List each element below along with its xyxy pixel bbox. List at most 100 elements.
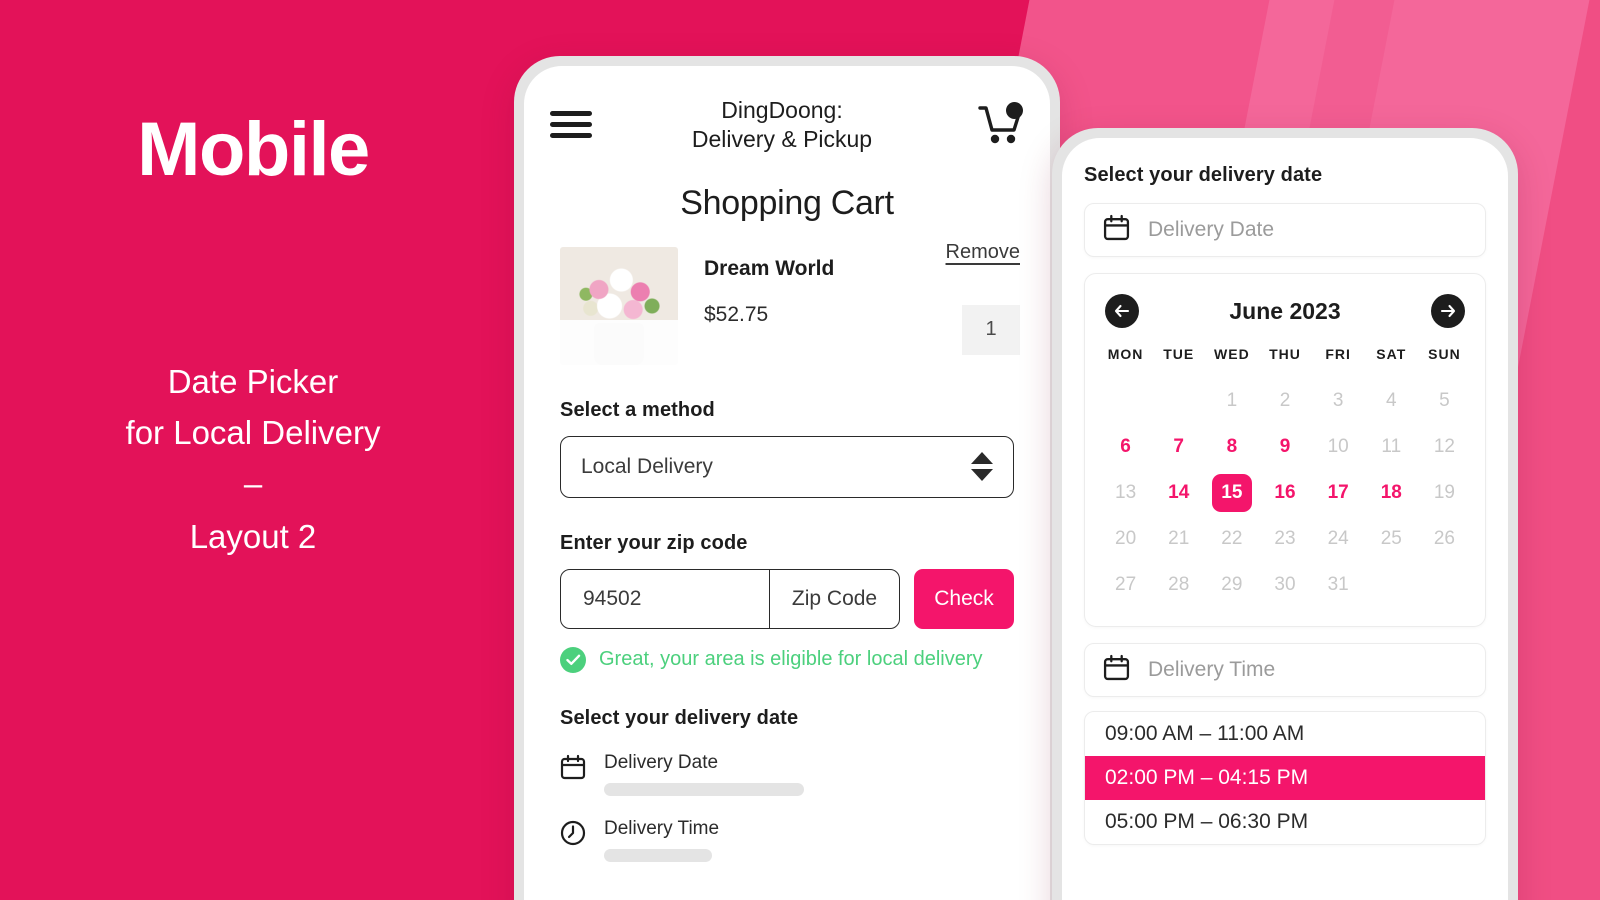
delivery-date-input[interactable]: Delivery Date <box>1084 203 1486 257</box>
time-slot-1[interactable]: 09:00 AM – 11:00 AM <box>1085 712 1485 756</box>
check-zip-button[interactable]: Check <box>914 568 1014 629</box>
check-circle-icon <box>560 646 586 673</box>
calendar-icon <box>1103 214 1130 246</box>
calendar-day-27: 27 <box>1115 574 1137 595</box>
calendar-day-5: 5 <box>1439 390 1450 411</box>
calendar-day-9[interactable]: 9 <box>1258 428 1311 466</box>
phone-frame-main: DingDoong: Delivery & Pickup Shopping Ca… <box>514 56 1060 900</box>
eligibility-text: Great, your area is eligible for local d… <box>599 648 983 670</box>
chevron-updown-icon <box>971 452 993 481</box>
method-select[interactable]: Local Delivery <box>560 435 1014 498</box>
method-selected-value: Local Delivery <box>581 454 713 478</box>
calendar-day-17[interactable]: 17 <box>1312 474 1365 512</box>
calendar-day-22: 22 <box>1221 528 1243 549</box>
hero-subtitle-line-4: Layout 2 <box>189 518 317 556</box>
calendar-grid: MON TUE WED THU FRI SAT SUN 1 2 3 4 5 6 7 8 9 10 11 12 13 14… <box>1099 346 1471 604</box>
calendar-icon <box>1103 654 1130 686</box>
app-bar: DingDoong: Delivery & Pickup <box>524 66 1050 162</box>
calendar-day-10: 10 <box>1327 436 1349 457</box>
remove-item-link[interactable]: Remove <box>946 241 1020 264</box>
cart-badge <box>1006 101 1023 119</box>
calendar-day-31: 31 <box>1327 574 1349 595</box>
calendar-weekday: SUN <box>1428 346 1461 362</box>
screenshot-canvas: Mobile Date Picker for Local Delivery – … <box>0 0 1600 900</box>
calendar-weekday: FRI <box>1325 346 1351 362</box>
calendar-day-16[interactable]: 16 <box>1258 474 1311 512</box>
time-slot-list: 09:00 AM – 11:00 AM 02:00 PM – 04:15 PM 05… <box>1084 711 1486 845</box>
calendar-day-1: 1 <box>1226 390 1238 411</box>
calendar-weekday: SAT <box>1376 346 1407 362</box>
placeholder-bar-time <box>604 848 712 862</box>
calendar-day-blank <box>1152 382 1205 420</box>
phone-screen-secondary: Select your delivery date Delivery Date <box>1062 138 1508 900</box>
calendar-day-blank <box>1099 382 1152 420</box>
placeholder-bar-date <box>604 782 804 796</box>
calendar-card: June 2023 MON TUE WED THU FRI SAT SUN 1 2 3 4 5 6 7 8 9… <box>1084 273 1486 627</box>
calendar-day-30: 30 <box>1274 574 1296 595</box>
zip-row: 94502 Zip Code Check <box>560 568 1014 629</box>
calendar-day-8[interactable]: 8 <box>1205 428 1258 466</box>
time-slot-2[interactable]: 02:00 PM – 04:15 PM <box>1085 756 1485 800</box>
calendar-day-26: 26 <box>1433 528 1455 549</box>
calendar-weekday: WED <box>1214 346 1250 362</box>
calendar-weekday: TUE <box>1163 346 1195 362</box>
calendar-day-18[interactable]: 18 <box>1365 474 1418 512</box>
calendar-day-12: 12 <box>1433 436 1455 457</box>
calendar-month-label: June 2023 <box>1229 297 1341 324</box>
shopping-cart-icon[interactable] <box>972 101 1024 146</box>
calendar-day-28: 28 <box>1168 574 1190 595</box>
eligibility-status: Great, your area is eligible for local d… <box>560 646 1014 673</box>
arrow-left-icon[interactable] <box>1105 294 1139 328</box>
cart-item-row: Dream World $52.75 Remove 1 <box>524 223 1050 365</box>
calendar-day-7[interactable]: 7 <box>1152 428 1205 466</box>
calendar-day-14[interactable]: 14 <box>1152 474 1205 512</box>
zip-input-group: 94502 Zip Code <box>560 568 900 629</box>
calendar-weekday: THU <box>1269 346 1301 362</box>
zip-input-suffix-label: Zip Code <box>769 569 899 628</box>
arrow-right-icon[interactable] <box>1431 294 1465 328</box>
calendar-day-6[interactable]: 6 <box>1099 428 1152 466</box>
calendar-day-23: 23 <box>1274 528 1296 549</box>
calendar-day-20: 20 <box>1115 528 1137 549</box>
hero-subtitle-line-3: – <box>243 465 263 503</box>
method-label: Select a method <box>560 398 715 421</box>
delivery-time-placeholder: Delivery Time <box>1148 658 1276 681</box>
summary-row-delivery-time[interactable]: Delivery Time <box>560 818 1014 862</box>
date-picker-title: Select your delivery date <box>1084 164 1323 186</box>
delivery-date-placeholder: Delivery Date <box>1148 218 1275 241</box>
calendar-day-21: 21 <box>1168 528 1190 549</box>
summary-label-delivery-date: Delivery Date <box>604 751 719 773</box>
calendar-day-13: 13 <box>1115 482 1137 503</box>
zip-input[interactable]: 94502 <box>561 570 769 628</box>
app-title-line-2: Delivery & Pickup <box>691 125 873 152</box>
quantity-field[interactable]: 1 <box>962 304 1020 355</box>
date-picker-panel: Select your delivery date Delivery Date <box>1062 138 1508 845</box>
time-slot-3[interactable]: 05:00 PM – 06:30 PM <box>1085 800 1485 844</box>
hero-subtitle-line-2: for Local Delivery <box>125 414 381 452</box>
calendar-day-29: 29 <box>1221 574 1243 595</box>
calendar-day-15[interactable]: 15 <box>1211 474 1252 512</box>
clock-icon <box>560 818 588 851</box>
calendar-day-24: 24 <box>1327 528 1349 549</box>
delivery-date-label: Select your delivery date <box>560 706 799 729</box>
hero-panel: Mobile Date Picker for Local Delivery – … <box>0 0 506 900</box>
calendar-day-4: 4 <box>1385 390 1397 411</box>
hero-subtitle-line-1: Date Picker <box>167 363 339 400</box>
summary-label-delivery-time: Delivery Time <box>604 817 720 839</box>
summary-row-delivery-date[interactable]: Delivery Date <box>560 752 1014 796</box>
calendar-day-19: 19 <box>1433 482 1455 503</box>
calendar-day-11: 11 <box>1381 436 1402 457</box>
hamburger-icon[interactable] <box>550 105 592 144</box>
page-title: Shopping Cart <box>680 183 894 222</box>
calendar-icon <box>560 752 588 785</box>
phone-frame-secondary: Select your delivery date Delivery Date <box>1052 128 1518 900</box>
calendar-day-3: 3 <box>1332 390 1344 411</box>
product-thumbnail <box>560 246 678 365</box>
calendar-weekday: MON <box>1107 346 1144 362</box>
hero-subtitle: Date Picker for Local Delivery – Layout … <box>40 356 466 562</box>
phone-screen-main: DingDoong: Delivery & Pickup Shopping Ca… <box>524 66 1050 900</box>
calendar-day-2: 2 <box>1279 390 1291 411</box>
delivery-method-section: Select a method Local Delivery Enter you… <box>524 399 1050 862</box>
app-title: DingDoong: Delivery & Pickup <box>592 96 972 154</box>
delivery-time-input[interactable]: Delivery Time <box>1084 643 1486 697</box>
